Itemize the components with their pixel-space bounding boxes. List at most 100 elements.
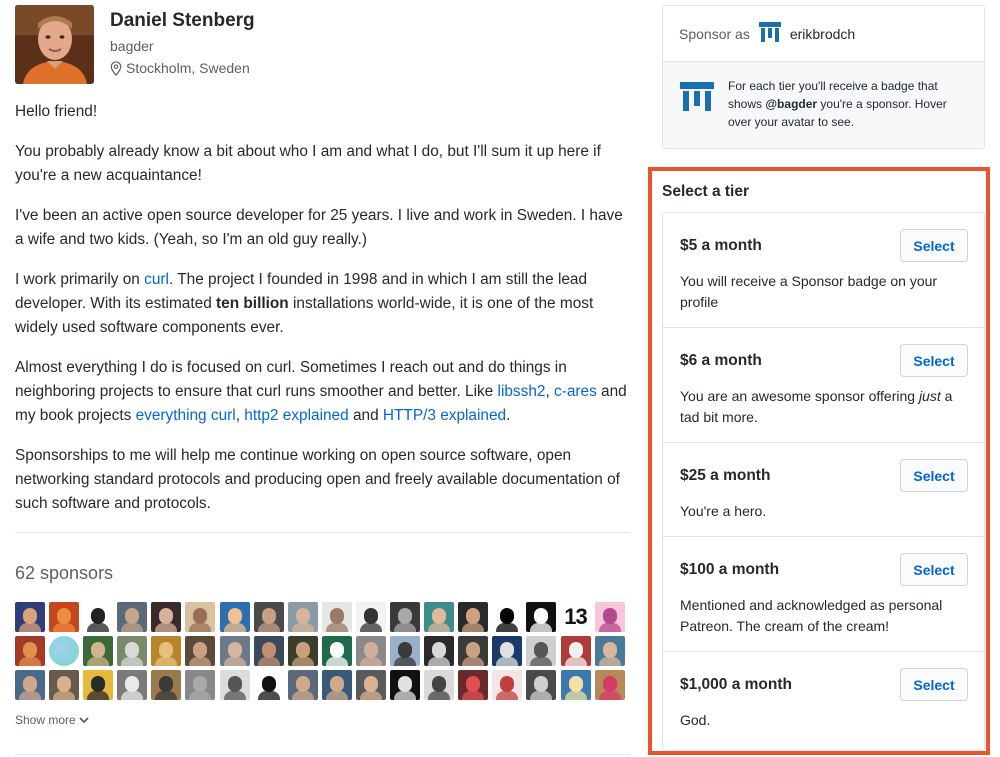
http2-explained-link[interactable]: http2 explained [244, 407, 348, 424]
sponsor-avatar[interactable] [355, 636, 386, 666]
sponsor-avatar[interactable] [390, 636, 421, 666]
sponsor-avatar[interactable] [321, 636, 352, 666]
sponsor-avatar[interactable] [219, 636, 250, 666]
select-tier-button[interactable]: Select [900, 344, 968, 377]
sponsor-avatar[interactable] [151, 602, 182, 632]
http3-explained-link[interactable]: HTTP/3 explained [383, 407, 506, 424]
sponsor-avatar[interactable] [151, 670, 182, 700]
sponsor-avatar[interactable] [15, 670, 45, 700]
sponsor-avatar[interactable] [560, 636, 591, 666]
sponsor-avatar[interactable] [219, 602, 250, 632]
sponsor-avatar[interactable] [526, 602, 557, 632]
sponsor-avatar[interactable] [49, 636, 80, 666]
sponsor-avatar[interactable] [185, 670, 216, 700]
location-text: Stockholm, Sweden [126, 60, 250, 76]
sponsor-badge-info: For each tier you'll receive a badge tha… [663, 62, 984, 148]
profile-name: Daniel Stenberg [110, 10, 255, 31]
sponsor-avatar[interactable] [492, 670, 523, 700]
tier-desc-emphasis: just [918, 388, 941, 404]
show-more-button[interactable]: Show more [15, 713, 630, 727]
profile-column: Daniel Stenberg bagder Stockholm, Sweden… [15, 5, 630, 727]
select-tier-button[interactable]: Select [900, 553, 968, 586]
divider [15, 754, 630, 755]
sponsor-avatar[interactable] [253, 636, 284, 666]
sponsor-avatar[interactable] [424, 670, 455, 700]
sponsor-as-box: Sponsor as erikbrodch For each tier you'… [662, 5, 985, 149]
sponsor-avatar[interactable] [15, 602, 45, 632]
sponsor-as-label: Sponsor as [679, 25, 750, 42]
sponsor-avatar[interactable] [49, 602, 80, 632]
sponsor-avatar[interactable] [287, 602, 318, 632]
bio-paragraph: I work primarily on curl. The project I … [15, 268, 630, 340]
tier-description: You will receive a Sponsor badge on your… [680, 273, 938, 310]
bio-text: and [348, 407, 383, 424]
bio-paragraph: Sponsorships to me will help me continue… [15, 447, 620, 512]
sponsor-avatar[interactable] [15, 636, 45, 666]
sponsor-avatar[interactable] [117, 602, 148, 632]
bio-paragraph: You probably already know a bit about wh… [15, 143, 601, 184]
sponsor-avatar[interactable]: 13 [560, 602, 591, 632]
sponsor-avatar[interactable] [526, 636, 557, 666]
select-tier-button[interactable]: Select [900, 668, 968, 701]
sponsor-avatar[interactable] [117, 670, 148, 700]
bio: Hello friend! You probably already know … [15, 100, 630, 516]
sponsor-avatar[interactable] [424, 602, 455, 632]
sponsor-avatar[interactable] [390, 602, 421, 632]
select-tier-button[interactable]: Select [900, 229, 968, 262]
sponsor-avatar[interactable] [253, 670, 284, 700]
sponsor-avatar[interactable] [594, 636, 625, 666]
c-ares-link[interactable]: c-ares [554, 383, 597, 400]
profile-location: Stockholm, Sweden [110, 59, 255, 77]
sponsor-avatar[interactable] [390, 670, 421, 700]
sponsor-avatar[interactable] [355, 670, 386, 700]
sponsor-avatar[interactable] [185, 636, 216, 666]
sponsor-avatar[interactable] [83, 602, 114, 632]
sponsor-avatar[interactable] [321, 670, 352, 700]
select-tier-button[interactable]: Select [900, 459, 968, 492]
divider [15, 532, 630, 533]
badge-info-text: For each tier you'll receive a badge tha… [728, 77, 968, 148]
sponsor-avatar[interactable] [83, 636, 114, 666]
everything-curl-link[interactable]: everything curl [136, 407, 236, 424]
location-pin-icon [110, 60, 122, 76]
curl-link[interactable]: curl [144, 271, 169, 288]
tier-item: $100 a month Select Mentioned and acknow… [663, 537, 984, 652]
tier-item: $6 a month Select You are an awesome spo… [663, 328, 984, 443]
sponsor-avatar[interactable] [151, 636, 182, 666]
sponsor-avatar[interactable] [492, 636, 523, 666]
sponsor-avatar[interactable] [594, 670, 625, 700]
bio-paragraph: Almost everything I do is focused on cur… [15, 356, 630, 428]
bio-paragraph: I've been an active open source develope… [15, 207, 623, 248]
sponsor-avatar[interactable] [117, 636, 148, 666]
sponsor-avatar[interactable] [287, 636, 318, 666]
libssh2-link[interactable]: libssh2 [498, 383, 546, 400]
bio-text: . [506, 407, 511, 424]
sponsor-avatar[interactable] [458, 636, 489, 666]
avatar[interactable] [15, 5, 94, 84]
sponsor-avatar[interactable] [83, 670, 114, 700]
sponsor-avatar[interactable] [253, 602, 284, 632]
sponsor-avatar[interactable] [492, 602, 523, 632]
sponsor-username: erikbrodch [789, 25, 856, 42]
sponsor-avatar[interactable] [287, 670, 318, 700]
sponsor-avatar[interactable] [594, 602, 625, 632]
sponsor-avatar[interactable] [424, 636, 455, 666]
sponsor-avatar[interactable] [560, 670, 591, 700]
tier-description: You're a hero. [680, 503, 767, 519]
sponsor-avatar[interactable] [49, 670, 80, 700]
sponsor-avatar[interactable] [355, 602, 386, 632]
sponsor-avatar[interactable] [219, 670, 250, 700]
tier-name: $5 a month [680, 237, 762, 254]
sponsor-avatar[interactable] [458, 602, 489, 632]
bio-paragraph: Hello friend! [15, 103, 98, 120]
show-more-label: Show more [15, 713, 76, 727]
sponsor-avatar[interactable] [321, 602, 352, 632]
tier-name: $1,000 a month [680, 676, 792, 693]
sponsor-avatar[interactable] [185, 602, 216, 632]
bio-text: , [235, 407, 245, 424]
tier-list: $5 a month Select You will receive a Spo… [662, 212, 985, 751]
chevron-down-icon [79, 717, 89, 724]
sponsor-avatar[interactable] [458, 670, 489, 700]
tier-name: $100 a month [680, 561, 780, 578]
sponsor-avatar[interactable] [526, 670, 557, 700]
